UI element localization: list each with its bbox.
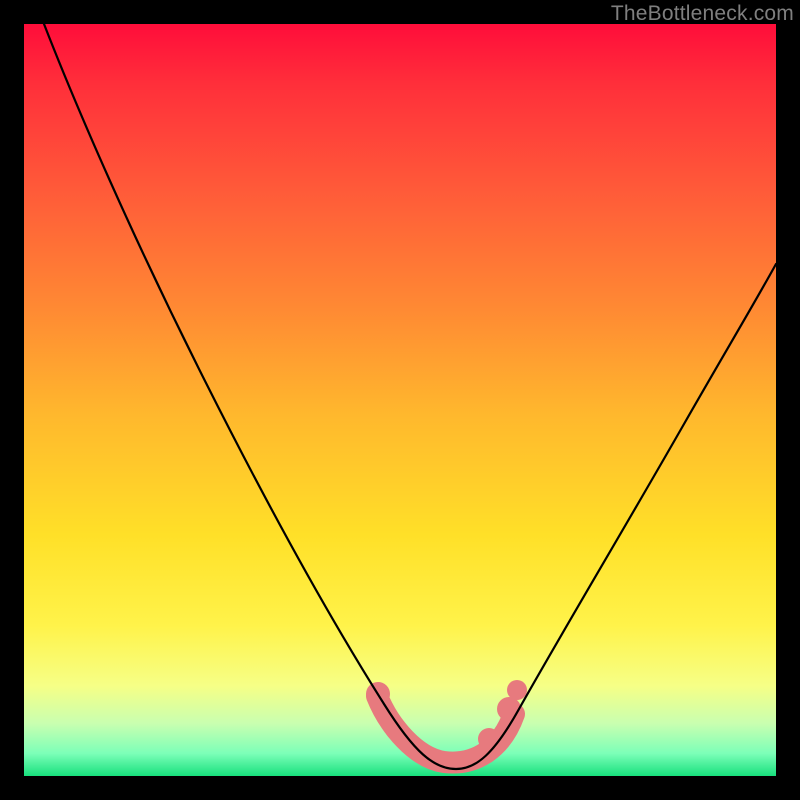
plot-area [24, 24, 776, 776]
chart-frame: TheBottleneck.com [0, 0, 800, 800]
curve-layer [24, 24, 776, 776]
highlight-dot [497, 697, 521, 721]
highlight-dot [507, 680, 527, 700]
bottleneck-curve [44, 24, 776, 769]
highlight-dot [478, 728, 500, 750]
watermark-text: TheBottleneck.com [611, 2, 794, 26]
